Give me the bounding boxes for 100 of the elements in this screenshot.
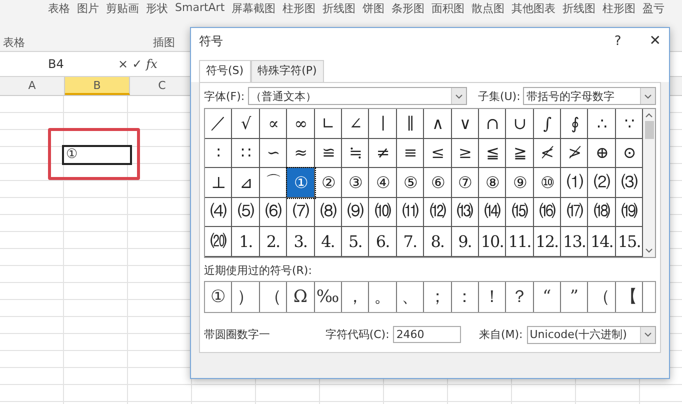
- symbol-cell[interactable]: ≧: [506, 138, 534, 168]
- symbol-cell[interactable]: ⑴: [561, 168, 588, 198]
- symbol-cell[interactable]: 12.: [534, 227, 562, 256]
- column-header[interactable]: B: [65, 77, 130, 95]
- symbol-cell[interactable]: ∷: [232, 138, 260, 168]
- cancel-button[interactable]: ×: [118, 57, 128, 71]
- symbol-cell[interactable]: ⒃: [534, 198, 562, 227]
- symbol-cell[interactable]: ⑨: [506, 168, 534, 198]
- symbol-cell[interactable]: ∶: [205, 138, 232, 168]
- symbol-cell[interactable]: √: [232, 109, 260, 138]
- symbol-cell[interactable]: 13.: [561, 227, 588, 256]
- symbol-cell[interactable]: ≮: [534, 138, 562, 168]
- symbol-cell[interactable]: ∩: [478, 109, 506, 138]
- help-button[interactable]: ?: [614, 34, 622, 48]
- symbol-cell[interactable]: ⑩: [534, 168, 562, 198]
- tab[interactable]: 特殊字符(P): [250, 60, 324, 82]
- symbol-cell[interactable]: ⑥: [424, 168, 452, 198]
- ribbon-button[interactable]: 图片: [77, 1, 99, 16]
- code-field[interactable]: 2460: [393, 326, 461, 343]
- symbol-cell[interactable]: 7.: [396, 227, 424, 256]
- symbol-cell[interactable]: ⊿: [232, 168, 260, 198]
- ribbon-button[interactable]: 柱形图: [282, 1, 316, 16]
- symbol-cell[interactable]: ∪: [506, 109, 534, 138]
- symbol-cell[interactable]: ⑾: [396, 198, 424, 227]
- subset-dropdown[interactable]: 带括号的字母数字: [523, 87, 656, 105]
- symbol-cell[interactable]: 8.: [424, 227, 452, 256]
- symbol-cell[interactable]: 6.: [369, 227, 397, 256]
- ribbon-button[interactable]: 柱形图: [602, 1, 636, 16]
- symbol-cell[interactable]: 3.: [287, 227, 315, 256]
- symbol-cell[interactable]: ≯: [561, 138, 588, 168]
- symbol-cell[interactable]: ≡: [396, 138, 424, 168]
- ribbon-button[interactable]: 条形图: [392, 1, 425, 16]
- symbol-cell[interactable]: ⒄: [561, 198, 588, 227]
- active-cell[interactable]: ①: [62, 145, 132, 165]
- ribbon-button[interactable]: SmartArt: [175, 1, 225, 14]
- symbol-cell[interactable]: 4.: [314, 227, 342, 256]
- symbol-cell[interactable]: ∥: [396, 109, 424, 138]
- symbol-cell[interactable]: ∧: [424, 109, 452, 138]
- symbol-cell[interactable]: 14.: [588, 227, 616, 256]
- ribbon-button[interactable]: 面积图: [432, 1, 465, 16]
- symbol-cell[interactable]: ⒁: [478, 198, 506, 227]
- ribbon-button[interactable]: 折线图: [322, 1, 356, 16]
- close-button[interactable]: ✕: [649, 33, 661, 49]
- ribbon-button[interactable]: 表格: [48, 1, 70, 16]
- symbol-cell[interactable]: ⒇: [205, 227, 232, 256]
- symbol-cell[interactable]: ①: [287, 168, 315, 198]
- symbol-cell[interactable]: ⑼: [342, 198, 370, 227]
- symbol-cell[interactable]: 2.: [260, 227, 288, 256]
- symbol-cell[interactable]: ⑵: [588, 168, 616, 198]
- symbol-cell[interactable]: ⒅: [588, 198, 616, 227]
- symbol-cell[interactable]: ∟: [314, 109, 342, 138]
- symbol-cell[interactable]: ④: [369, 168, 397, 198]
- symbol-cell[interactable]: ／: [205, 109, 232, 138]
- symbol-cell[interactable]: ≌: [314, 138, 342, 168]
- name-box[interactable]: B4: [4, 57, 114, 71]
- enter-button[interactable]: ✓: [132, 57, 142, 71]
- from-dropdown[interactable]: Unicode(十六进制): [526, 326, 656, 344]
- symbol-cell[interactable]: ⑷: [205, 198, 232, 227]
- symbol-cell[interactable]: ≥: [452, 138, 479, 168]
- symbol-cell[interactable]: ∫: [534, 109, 562, 138]
- symbol-cell[interactable]: ≦: [478, 138, 506, 168]
- font-dropdown[interactable]: （普通文本）: [248, 87, 467, 105]
- ribbon-button[interactable]: 散点图: [472, 1, 505, 16]
- ribbon-button[interactable]: 其他图表: [512, 1, 556, 16]
- symbol-cell[interactable]: ⑦: [452, 168, 479, 198]
- ribbon-button[interactable]: 屏幕截图: [232, 1, 276, 16]
- symbol-cell[interactable]: 5.: [342, 227, 370, 256]
- insert-function-button[interactable]: fx: [146, 57, 158, 71]
- symbol-cell[interactable]: ∴: [588, 109, 616, 138]
- symbol-cell[interactable]: ⒀: [452, 198, 479, 227]
- symbol-cell[interactable]: ⑺: [287, 198, 315, 227]
- symbol-cell[interactable]: 11.: [506, 227, 534, 256]
- ribbon-button[interactable]: 盈亏: [642, 1, 665, 16]
- symbol-cell[interactable]: ∮: [561, 109, 588, 138]
- symbol-cell[interactable]: ∣: [369, 109, 397, 138]
- ribbon-button[interactable]: 饼图: [362, 1, 385, 16]
- ribbon-button[interactable]: 折线图: [562, 1, 596, 16]
- symbol-cell[interactable]: ⑸: [232, 198, 260, 227]
- symbol-cell[interactable]: ⑽: [369, 198, 397, 227]
- symbol-cell[interactable]: 9.: [452, 227, 479, 256]
- symbol-cell[interactable]: ⑹: [260, 198, 288, 227]
- symbol-cell[interactable]: ②: [314, 168, 342, 198]
- ribbon-button[interactable]: 形状: [146, 1, 168, 16]
- symbol-cell[interactable]: 10.: [478, 227, 506, 256]
- symbol-cell[interactable]: ∠: [342, 109, 370, 138]
- symbol-cell[interactable]: ∞: [287, 109, 315, 138]
- symbol-cell[interactable]: ⑤: [396, 168, 424, 198]
- symbol-cell[interactable]: ≠: [369, 138, 397, 168]
- symbol-cell[interactable]: ⑧: [478, 168, 506, 198]
- symbol-cell[interactable]: ∽: [260, 138, 288, 168]
- symbol-cell[interactable]: ∝: [260, 109, 288, 138]
- symbol-cell[interactable]: ≒: [342, 138, 370, 168]
- symbol-cell[interactable]: ⑻: [314, 198, 342, 227]
- scrollbar[interactable]: [643, 109, 655, 256]
- symbol-cell[interactable]: ⑿: [424, 198, 452, 227]
- symbol-cell[interactable]: ∨: [452, 109, 479, 138]
- scrollbar-thumb[interactable]: [644, 121, 654, 139]
- symbol-cell[interactable]: ⒂: [506, 198, 534, 227]
- symbol-cell[interactable]: 1.: [232, 227, 260, 256]
- ribbon-button[interactable]: 剪贴画: [106, 1, 139, 16]
